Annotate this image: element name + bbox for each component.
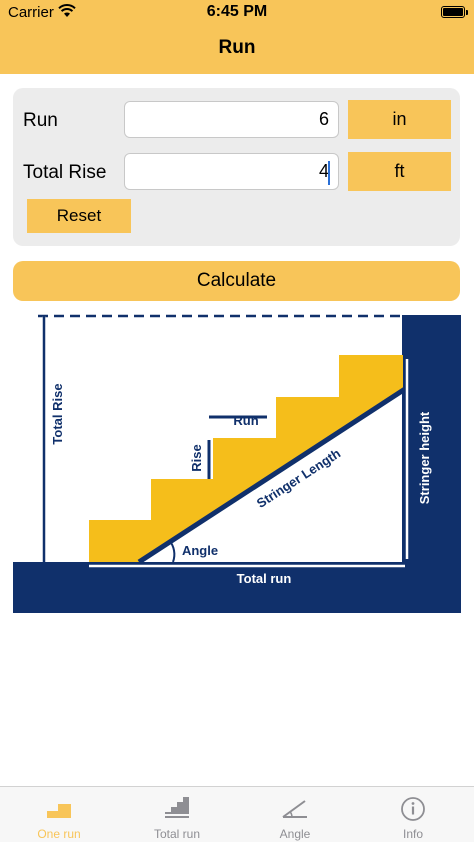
battery-icon (441, 6, 465, 18)
total-rise-input[interactable] (124, 153, 339, 190)
run-input[interactable] (124, 101, 339, 138)
run-unit-button[interactable]: in (348, 100, 451, 139)
tab-one-run[interactable]: One run (0, 787, 118, 842)
calculate-button[interactable]: Calculate (13, 261, 460, 301)
total-rise-unit-button[interactable]: ft (348, 152, 451, 191)
total-run-label: Total run (237, 571, 292, 586)
one-run-icon (47, 804, 71, 818)
staircase-shape (89, 355, 403, 562)
tab-angle[interactable]: Angle (236, 787, 354, 842)
total-run-icon (165, 797, 189, 818)
run-label: Run (23, 110, 58, 131)
total-rise-label: Total Rise (50, 383, 65, 444)
tab-bar: One run Total run Angle Info (0, 786, 474, 842)
total-rise-label: Total Rise (23, 162, 107, 183)
reset-button[interactable]: Reset (27, 199, 131, 233)
tab-total-run[interactable]: Total run (118, 787, 236, 842)
status-time: 6:45 PM (206, 3, 268, 20)
angle-icon (282, 800, 307, 818)
run-diagram-label: Run (233, 413, 258, 428)
angle-label: Angle (182, 543, 218, 558)
status-bar: Carrier 6:45 PM (0, 0, 474, 26)
stringer-height-label: Stringer height (417, 411, 432, 504)
tab-info[interactable]: Info (354, 787, 472, 842)
input-card: Run in Total Rise ft Reset (13, 88, 460, 246)
tab-label: Total run (153, 827, 201, 841)
text-cursor (328, 161, 330, 185)
rise-label: Rise (189, 444, 204, 471)
ground-block (13, 562, 461, 613)
stair-diagram: Total Rise Run Rise Stringer Length Stri… (13, 314, 461, 613)
stringer-line (137, 386, 407, 565)
page-title: Run (218, 37, 256, 58)
tab-label: Angle (279, 827, 311, 841)
tab-label: Info (402, 827, 423, 841)
tab-label: One run (37, 827, 81, 841)
battery-tip (466, 10, 468, 15)
info-icon (401, 797, 425, 821)
header: Carrier 6:45 PM Run (0, 0, 474, 74)
